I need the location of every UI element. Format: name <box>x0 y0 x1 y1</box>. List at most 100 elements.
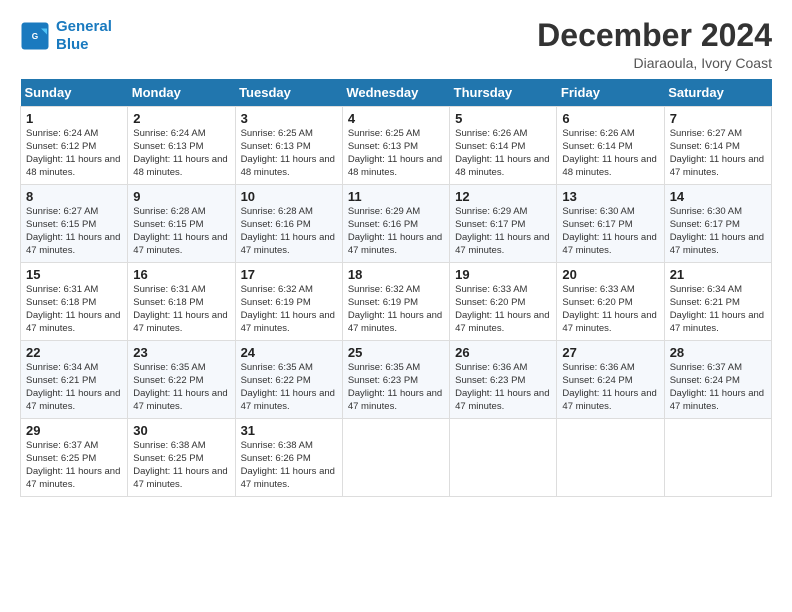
day-number: 16 <box>133 267 229 282</box>
day-info: Sunrise: 6:35 AMSunset: 6:23 PMDaylight:… <box>348 362 444 413</box>
logo-icon: G <box>20 21 50 51</box>
col-header-saturday: Saturday <box>664 79 771 107</box>
calendar-cell: 9 Sunrise: 6:28 AMSunset: 6:15 PMDaylight… <box>128 185 235 263</box>
day-info: Sunrise: 6:33 AMSunset: 6:20 PMDaylight:… <box>562 284 658 335</box>
day-info: Sunrise: 6:32 AMSunset: 6:19 PMDaylight:… <box>348 284 444 335</box>
day-number: 14 <box>670 189 766 204</box>
calendar-cell: 25 Sunrise: 6:35 AMSunset: 6:23 PMDayligh… <box>342 341 449 419</box>
day-info: Sunrise: 6:30 AMSunset: 6:17 PMDaylight:… <box>670 206 766 257</box>
col-header-wednesday: Wednesday <box>342 79 449 107</box>
calendar-cell: 28Sunrise: 6:37 AMSunset: 6:24 PMDayligh… <box>664 341 771 419</box>
location-subtitle: Diaraoula, Ivory Coast <box>537 55 772 71</box>
day-info: Sunrise: 6:24 AMSunset: 6:12 PMDaylight:… <box>26 128 122 179</box>
day-number: 26 <box>455 345 551 360</box>
calendar-cell: 13 Sunrise: 6:30 AMSunset: 6:17 PMDayligh… <box>557 185 664 263</box>
day-number: 7 <box>670 111 766 126</box>
day-number: 20 <box>562 267 658 282</box>
calendar-table: SundayMondayTuesdayWednesdayThursdayFrid… <box>20 79 772 497</box>
day-info: Sunrise: 6:35 AMSunset: 6:22 PMDaylight:… <box>133 362 229 413</box>
day-info: Sunrise: 6:31 AMSunset: 6:18 PMDaylight:… <box>133 284 229 335</box>
week-row-2: 8 Sunrise: 6:27 AMSunset: 6:15 PMDaylight… <box>21 185 772 263</box>
day-info: Sunrise: 6:28 AMSunset: 6:15 PMDaylight:… <box>133 206 229 257</box>
calendar-cell: 24 Sunrise: 6:35 AMSunset: 6:22 PMDayligh… <box>235 341 342 419</box>
calendar-cell: 5 Sunrise: 6:26 AMSunset: 6:14 PMDaylight… <box>450 107 557 185</box>
calendar-cell: 10 Sunrise: 6:28 AMSunset: 6:16 PMDayligh… <box>235 185 342 263</box>
day-number: 6 <box>562 111 658 126</box>
day-info: Sunrise: 6:30 AMSunset: 6:17 PMDaylight:… <box>562 206 658 257</box>
day-number: 2 <box>133 111 229 126</box>
week-row-5: 29 Sunrise: 6:37 AMSunset: 6:25 PMDayligh… <box>21 419 772 497</box>
calendar-cell: 3Sunrise: 6:25 AMSunset: 6:13 PMDaylight… <box>235 107 342 185</box>
day-number: 9 <box>133 189 229 204</box>
calendar-cell: 17 Sunrise: 6:32 AMSunset: 6:19 PMDayligh… <box>235 263 342 341</box>
col-header-thursday: Thursday <box>450 79 557 107</box>
day-info: Sunrise: 6:25 AMSunset: 6:13 PMDaylight:… <box>348 128 444 179</box>
day-number: 5 <box>455 111 551 126</box>
calendar-cell: 12Sunrise: 6:29 AMSunset: 6:17 PMDayligh… <box>450 185 557 263</box>
day-number: 23 <box>133 345 229 360</box>
calendar-cell <box>450 419 557 497</box>
col-header-tuesday: Tuesday <box>235 79 342 107</box>
calendar-cell: 18Sunrise: 6:32 AMSunset: 6:19 PMDayligh… <box>342 263 449 341</box>
day-info: Sunrise: 6:24 AMSunset: 6:13 PMDaylight:… <box>133 128 229 179</box>
svg-text:G: G <box>32 32 38 41</box>
calendar-cell: 8 Sunrise: 6:27 AMSunset: 6:15 PMDaylight… <box>21 185 128 263</box>
calendar-cell: 29 Sunrise: 6:37 AMSunset: 6:25 PMDayligh… <box>21 419 128 497</box>
day-info: Sunrise: 6:29 AMSunset: 6:17 PMDaylight:… <box>455 206 551 257</box>
day-number: 22 <box>26 345 122 360</box>
day-number: 10 <box>241 189 337 204</box>
day-info: Sunrise: 6:27 AMSunset: 6:15 PMDaylight:… <box>26 206 122 257</box>
calendar-cell <box>557 419 664 497</box>
day-info: Sunrise: 6:38 AMSunset: 6:25 PMDaylight:… <box>133 440 229 491</box>
day-info: Sunrise: 6:37 AMSunset: 6:24 PMDaylight:… <box>670 362 766 413</box>
day-number: 1 <box>26 111 122 126</box>
calendar-cell: 14 Sunrise: 6:30 AMSunset: 6:17 PMDayligh… <box>664 185 771 263</box>
day-info: Sunrise: 6:27 AMSunset: 6:14 PMDaylight:… <box>670 128 766 179</box>
day-info: Sunrise: 6:33 AMSunset: 6:20 PMDaylight:… <box>455 284 551 335</box>
calendar-cell <box>664 419 771 497</box>
day-number: 27 <box>562 345 658 360</box>
col-header-monday: Monday <box>128 79 235 107</box>
calendar-cell: 7 Sunrise: 6:27 AMSunset: 6:14 PMDaylight… <box>664 107 771 185</box>
header: G General Blue December 2024 Diaraoula, … <box>20 18 772 71</box>
day-info: Sunrise: 6:31 AMSunset: 6:18 PMDaylight:… <box>26 284 122 335</box>
day-number: 31 <box>241 423 337 438</box>
calendar-cell: 19 Sunrise: 6:33 AMSunset: 6:20 PMDayligh… <box>450 263 557 341</box>
calendar-cell: 23 Sunrise: 6:35 AMSunset: 6:22 PMDayligh… <box>128 341 235 419</box>
day-info: Sunrise: 6:35 AMSunset: 6:22 PMDaylight:… <box>241 362 337 413</box>
week-row-4: 22Sunrise: 6:34 AMSunset: 6:21 PMDayligh… <box>21 341 772 419</box>
calendar-cell: 4 Sunrise: 6:25 AMSunset: 6:13 PMDaylight… <box>342 107 449 185</box>
day-info: Sunrise: 6:36 AMSunset: 6:23 PMDaylight:… <box>455 362 551 413</box>
day-number: 13 <box>562 189 658 204</box>
day-number: 4 <box>348 111 444 126</box>
calendar-cell: 11Sunrise: 6:29 AMSunset: 6:16 PMDayligh… <box>342 185 449 263</box>
calendar-cell: 26 Sunrise: 6:36 AMSunset: 6:23 PMDayligh… <box>450 341 557 419</box>
day-number: 11 <box>348 189 444 204</box>
logo: G General Blue <box>20 18 112 54</box>
day-number: 30 <box>133 423 229 438</box>
day-info: Sunrise: 6:28 AMSunset: 6:16 PMDaylight:… <box>241 206 337 257</box>
calendar-cell: 27 Sunrise: 6:36 AMSunset: 6:24 PMDayligh… <box>557 341 664 419</box>
day-info: Sunrise: 6:36 AMSunset: 6:24 PMDaylight:… <box>562 362 658 413</box>
day-number: 19 <box>455 267 551 282</box>
col-header-friday: Friday <box>557 79 664 107</box>
day-info: Sunrise: 6:37 AMSunset: 6:25 PMDaylight:… <box>26 440 122 491</box>
day-number: 29 <box>26 423 122 438</box>
week-row-3: 15 Sunrise: 6:31 AMSunset: 6:18 PMDayligh… <box>21 263 772 341</box>
day-number: 24 <box>241 345 337 360</box>
calendar-cell: 30 Sunrise: 6:38 AMSunset: 6:25 PMDayligh… <box>128 419 235 497</box>
calendar-cell: 15 Sunrise: 6:31 AMSunset: 6:18 PMDayligh… <box>21 263 128 341</box>
day-number: 25 <box>348 345 444 360</box>
day-info: Sunrise: 6:34 AMSunset: 6:21 PMDaylight:… <box>670 284 766 335</box>
header-row: SundayMondayTuesdayWednesdayThursdayFrid… <box>21 79 772 107</box>
calendar-cell: 16 Sunrise: 6:31 AMSunset: 6:18 PMDayligh… <box>128 263 235 341</box>
day-info: Sunrise: 6:26 AMSunset: 6:14 PMDaylight:… <box>455 128 551 179</box>
day-number: 17 <box>241 267 337 282</box>
day-number: 21 <box>670 267 766 282</box>
day-info: Sunrise: 6:38 AMSunset: 6:26 PMDaylight:… <box>241 440 337 491</box>
day-number: 15 <box>26 267 122 282</box>
day-number: 8 <box>26 189 122 204</box>
day-info: Sunrise: 6:32 AMSunset: 6:19 PMDaylight:… <box>241 284 337 335</box>
calendar-cell: 2 Sunrise: 6:24 AMSunset: 6:13 PMDaylight… <box>128 107 235 185</box>
month-title: December 2024 <box>537 18 772 53</box>
